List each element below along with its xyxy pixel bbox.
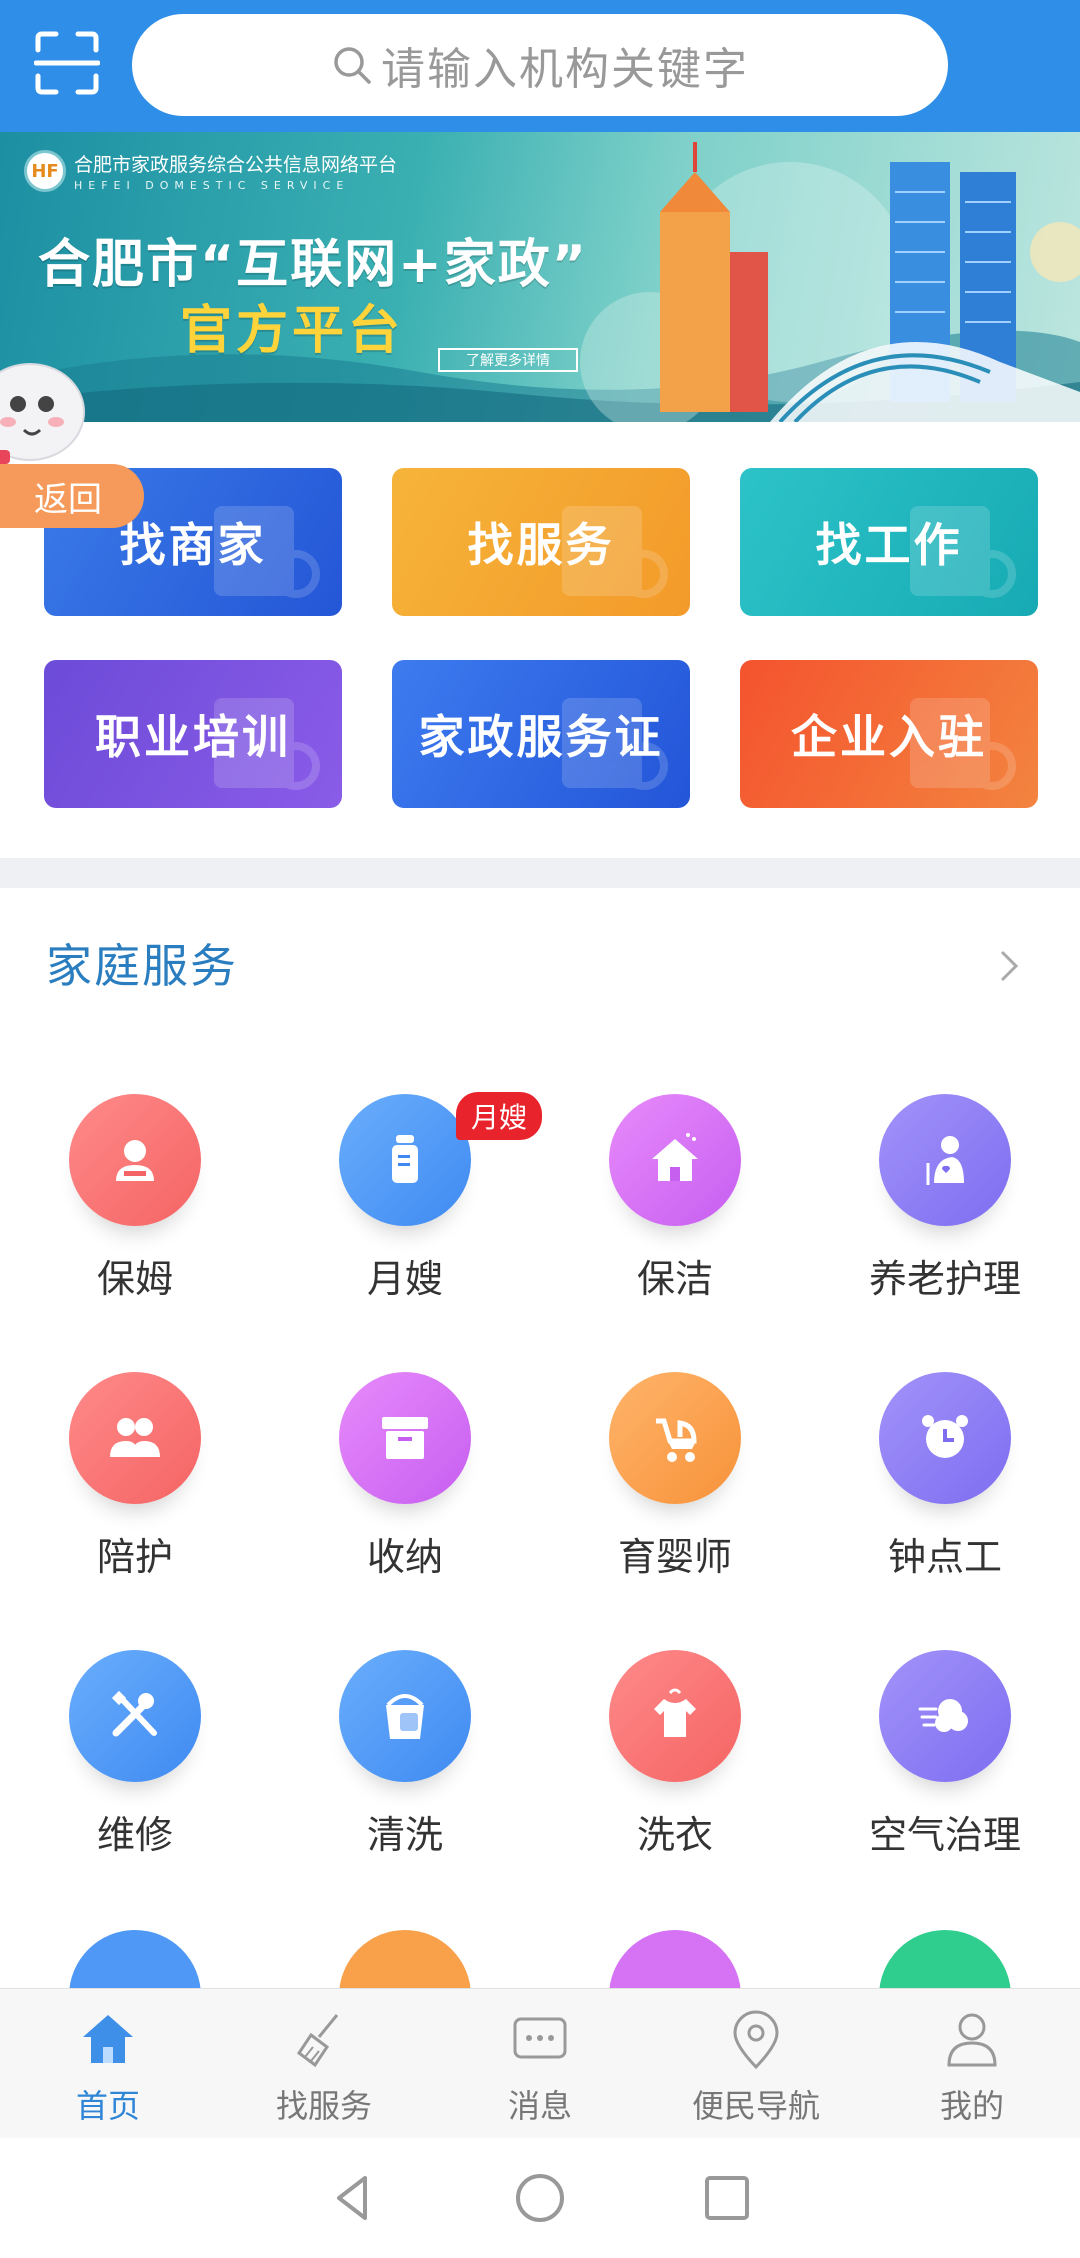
nav-label: 便民导航 xyxy=(691,2087,820,2125)
service-item[interactable]: 空气治理 xyxy=(810,1650,1080,1890)
recents-square-icon[interactable] xyxy=(697,2168,757,2228)
quick-tile-label: 找商家 xyxy=(119,518,267,572)
service-label: 月嫂 xyxy=(366,1257,443,1301)
quick-tile-1[interactable]: 找服务 xyxy=(392,468,690,616)
service-label: 育婴师 xyxy=(617,1535,732,1579)
search-placeholder: 请输入机构关键字 xyxy=(381,44,749,95)
quick-tile-label: 职业培训 xyxy=(95,710,291,764)
banner-more-button[interactable]: 了解更多详情 xyxy=(438,348,578,372)
banner-subtitle: 官方平台 xyxy=(180,301,405,361)
user-icon xyxy=(947,2013,997,2067)
section-divider xyxy=(0,858,1080,888)
service-label: 钟点工 xyxy=(887,1535,1002,1579)
tools-icon xyxy=(69,1650,201,1782)
chevron-right-icon[interactable] xyxy=(994,946,1024,986)
home-circle-icon[interactable] xyxy=(510,2168,570,2228)
quick-tile-label: 企业入驻 xyxy=(791,710,987,764)
nanny-icon xyxy=(69,1094,201,1226)
service-label: 维修 xyxy=(96,1813,173,1857)
nav-item-1[interactable]: 找服务 xyxy=(216,1989,432,2138)
broom-icon xyxy=(296,2014,339,2068)
nav-item-2[interactable]: 消息 xyxy=(432,1989,648,2138)
service-label: 保洁 xyxy=(636,1257,713,1301)
stroller-icon xyxy=(609,1372,741,1504)
location-pin-icon xyxy=(733,2010,779,2070)
nav-label: 找服务 xyxy=(275,2087,372,2125)
section-title-home-services: 家庭服务 xyxy=(46,939,238,993)
quick-tile-2[interactable]: 找工作 xyxy=(740,468,1038,616)
service-item[interactable]: 保洁 xyxy=(540,1094,810,1334)
banner-org-name: 合肥市家政服务综合公共信息网络平台 xyxy=(74,154,398,176)
banner-org-english: HEFEI DOMESTIC SERVICE xyxy=(74,179,350,192)
baby-bottle-icon xyxy=(339,1094,471,1226)
search-input[interactable]: 请输入机构关键字 xyxy=(132,14,948,116)
nav-label: 首页 xyxy=(75,2087,140,2125)
shirt-icon xyxy=(609,1650,741,1782)
quick-tile-label: 找服务 xyxy=(467,518,615,572)
house-clean-icon xyxy=(609,1094,741,1226)
service-item[interactable]: 陪护 xyxy=(0,1372,270,1612)
nav-label: 消息 xyxy=(507,2087,572,2125)
back-triangle-icon[interactable] xyxy=(323,2168,383,2228)
nav-item-3[interactable]: 便民导航 xyxy=(648,1989,864,2138)
system-navigation-bar xyxy=(0,2138,1080,2258)
nav-label: 我的 xyxy=(939,2087,1004,2125)
nav-item-4[interactable]: 我的 xyxy=(864,1989,1080,2138)
service-label: 收纳 xyxy=(366,1535,443,1579)
quick-tile-5[interactable]: 企业入驻 xyxy=(740,660,1038,808)
service-label: 陪护 xyxy=(96,1535,173,1579)
quick-tile-label: 找工作 xyxy=(815,518,963,572)
mascot-robot-icon[interactable] xyxy=(0,350,90,470)
promo-banner[interactable]: HF 合肥市家政服务综合公共信息网络平台 HEFEI DOMESTIC SERV… xyxy=(0,132,1080,422)
quick-tile-label: 家政服务证 xyxy=(418,710,664,764)
people-icon xyxy=(69,1372,201,1504)
service-label: 清洗 xyxy=(366,1813,443,1857)
top-bar: 请输入机构关键字 xyxy=(0,0,1080,132)
service-label: 洗衣 xyxy=(636,1813,713,1857)
bucket-icon xyxy=(339,1650,471,1782)
service-label: 空气治理 xyxy=(868,1813,1021,1857)
scan-icon[interactable] xyxy=(34,30,100,96)
service-label: 保姆 xyxy=(96,1257,173,1301)
storage-box-icon xyxy=(339,1372,471,1504)
quick-tile-4[interactable]: 家政服务证 xyxy=(392,660,690,808)
city-skyline-illustration xyxy=(660,142,1080,422)
air-icon xyxy=(879,1650,1011,1782)
back-button[interactable]: 返回 xyxy=(0,464,144,528)
service-item[interactable]: 收纳 xyxy=(270,1372,540,1612)
service-item[interactable]: 养老护理 xyxy=(810,1094,1080,1334)
bottom-navigation: 首页 找服务 消息 便民导航 我的 xyxy=(0,1988,1080,2138)
yuesao-badge: 月嫂 xyxy=(456,1092,542,1140)
quick-tile-3[interactable]: 职业培训 xyxy=(44,660,342,808)
service-item[interactable]: 清洗 xyxy=(270,1650,540,1890)
service-item[interactable]: 钟点工 xyxy=(810,1372,1080,1612)
message-icon xyxy=(513,2017,567,2059)
search-icon xyxy=(334,47,371,84)
nav-item-0[interactable]: 首页 xyxy=(0,1989,216,2138)
service-item[interactable]: 洗衣 xyxy=(540,1650,810,1890)
home-icon xyxy=(83,2015,133,2063)
banner-title: 合肥市“互联网+家政” xyxy=(38,235,588,295)
elder-care-icon xyxy=(879,1094,1011,1226)
service-label: 养老护理 xyxy=(868,1257,1021,1301)
service-item[interactable]: 维修 xyxy=(0,1650,270,1890)
hf-logo-icon: HF xyxy=(24,150,66,192)
service-item[interactable]: 保姆 xyxy=(0,1094,270,1334)
service-item[interactable]: 育婴师 xyxy=(540,1372,810,1612)
alarm-clock-icon xyxy=(879,1372,1011,1504)
